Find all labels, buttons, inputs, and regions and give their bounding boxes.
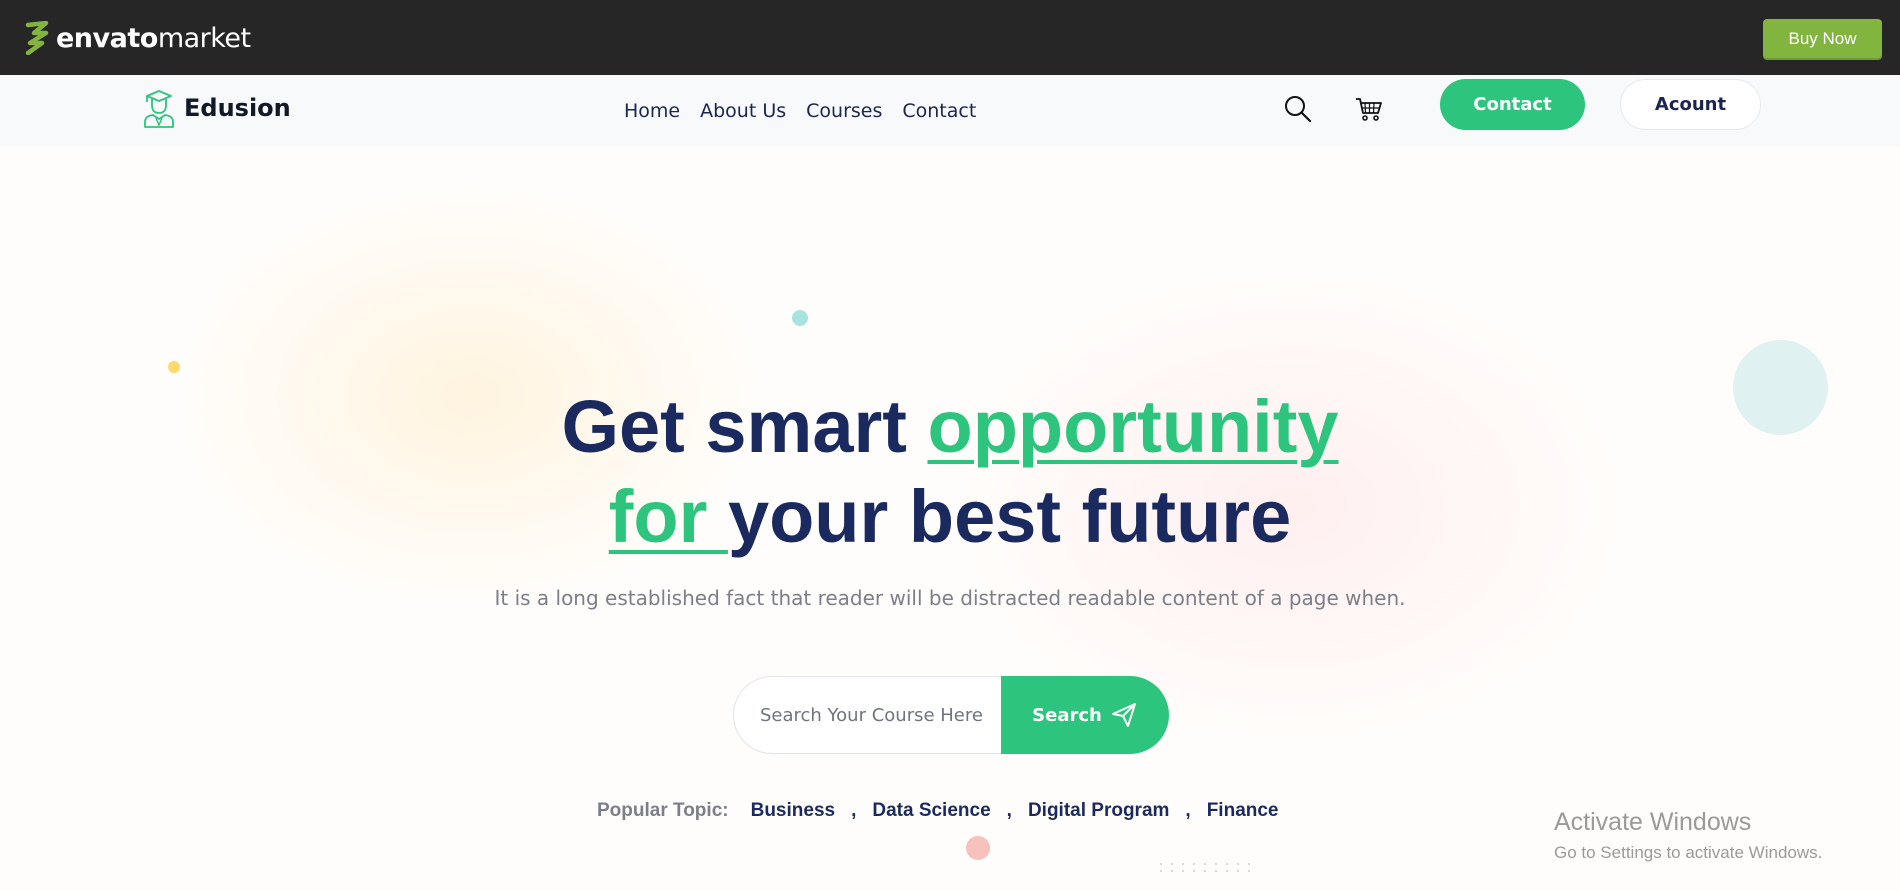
watermark-subtitle: Go to Settings to activate Windows. [1554,843,1823,862]
account-button[interactable]: Acount [1620,79,1761,130]
decor-circle-large [1733,340,1828,435]
windows-activation-watermark: Activate Windows Go to Settings to activ… [1554,808,1822,863]
envato-logo-light: market [157,22,251,54]
course-search-input[interactable] [733,676,1003,754]
course-search: Search [733,676,1169,754]
topic-data-science[interactable]: Data Science [872,800,990,822]
hero-heading: Get smart opportunity for your best futu… [450,382,1450,562]
brand-name: Edusion [184,94,291,122]
popular-topics-label: Popular Topic: [597,800,729,821]
search-icon[interactable] [1281,92,1315,126]
decor-dot-teal [792,310,808,326]
nav-about-us[interactable]: About Us [700,100,786,122]
main-nav: Home About Us Courses Contact [624,75,976,146]
contact-button[interactable]: Contact [1440,79,1585,130]
heading-highlight-opportunity: opportunity [927,385,1339,468]
brand[interactable]: Edusion [142,85,291,131]
nav-courses[interactable]: Courses [806,100,882,122]
nav-contact[interactable]: Contact [902,100,976,122]
topic-business[interactable]: Business [751,800,835,822]
envato-top-bar: envato market Buy Now [0,0,1900,75]
topic-separator: , [1185,800,1191,821]
search-button[interactable]: Search [1001,676,1169,754]
topic-digital-program[interactable]: Digital Program [1028,800,1169,822]
hero-subtext: It is a long established fact that reade… [494,586,1406,610]
topic-finance[interactable]: Finance [1207,800,1279,822]
hero-section: Get smart opportunity for your best futu… [0,146,1900,891]
heading-part1: Get smart [561,385,928,468]
popular-topics: Popular Topic: Business , Data Science ,… [597,796,1279,826]
heading-part2: your best future [727,475,1292,558]
envato-logo[interactable]: envato market [24,20,251,56]
decor-dot-grid [1160,863,1254,872]
heading-highlight-for: for [608,475,728,558]
decor-dot-pink [966,836,990,860]
graduate-icon [144,90,174,128]
envato-leaf-icon [25,21,49,55]
nav-home[interactable]: Home [624,100,680,122]
site-header: Edusion Home About Us Courses Contact Co… [0,75,1900,146]
envato-logo-bold: envato [56,22,158,54]
topic-separator: , [1006,800,1012,821]
search-button-label: Search [1032,704,1102,726]
send-icon [1111,703,1136,727]
topic-separator: , [851,800,857,821]
decor-dot-yellow [168,361,180,373]
watermark-title: Activate Windows [1554,808,1752,836]
buy-now-button[interactable]: Buy Now [1763,19,1882,58]
cart-icon[interactable] [1352,92,1386,126]
